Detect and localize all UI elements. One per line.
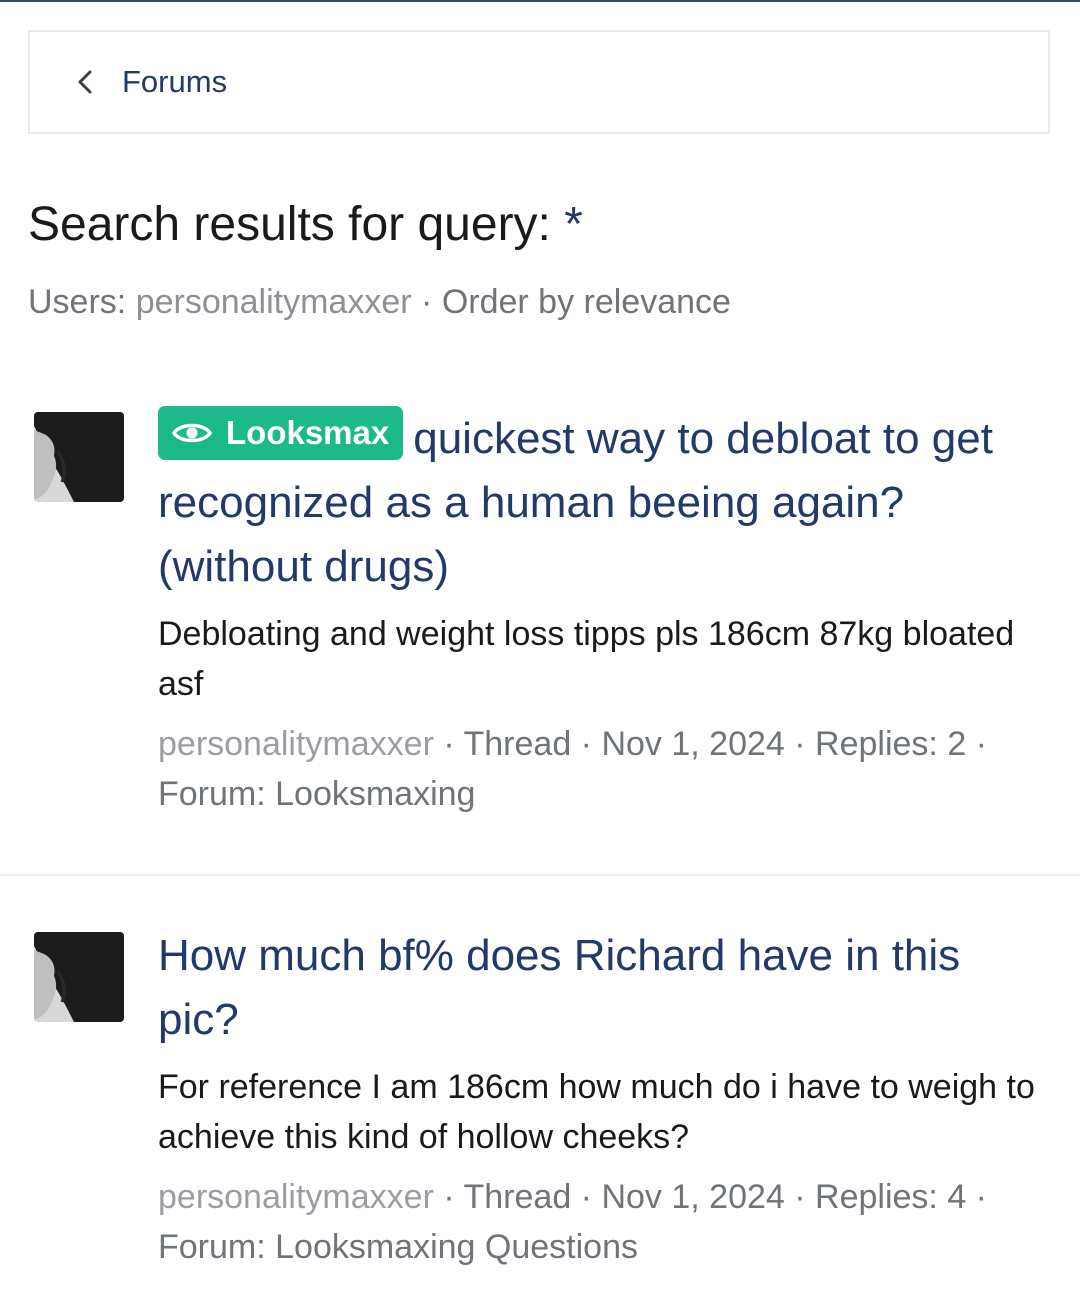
result-type: Thread	[463, 725, 572, 763]
result-date: Nov 1, 2024	[601, 725, 785, 763]
avatar-image	[34, 932, 124, 1022]
search-filters: Users: personalitymaxxer · Order by rele…	[28, 282, 731, 322]
result-forum-link[interactable]: Forum: Looksmaxing Questions	[158, 1228, 638, 1266]
result-date: Nov 1, 2024	[601, 1178, 785, 1216]
result-forum-link[interactable]: Forum: Looksmaxing	[158, 775, 475, 813]
badge-label: Looksmax	[226, 414, 390, 451]
avatar[interactable]	[34, 932, 124, 1022]
result-body: Looksmax quickest way to debloat to get r…	[158, 406, 1038, 819]
page-title-prefix: Search results for query:	[28, 198, 551, 251]
result-snippet: Debloating and weight loss tipps pls 186…	[158, 615, 1015, 703]
result-title[interactable]: How much bf% does Richard have in this p…	[158, 924, 1038, 1052]
separator: ·	[421, 283, 433, 321]
result-replies: Replies: 4	[815, 1178, 967, 1216]
filters-prefix: Users:	[28, 283, 127, 321]
avatar-image	[34, 412, 124, 502]
result-divider	[0, 874, 1080, 876]
result-author-link[interactable]: personalitymaxxer	[158, 725, 434, 763]
avatar[interactable]	[34, 412, 124, 502]
result-type: Thread	[463, 1178, 572, 1216]
filter-user-link[interactable]: personalitymaxxer	[136, 283, 412, 321]
breadcrumb-forums-link[interactable]: Forums	[122, 64, 227, 100]
order-label: Order by relevance	[441, 283, 731, 321]
result-snippet: For reference I am 186cm how much do i h…	[158, 1068, 1035, 1156]
result-meta: personalitymaxxer · Thread · Nov 1, 2024…	[158, 1178, 988, 1266]
prefix-badge[interactable]: Looksmax	[158, 406, 404, 460]
breadcrumb[interactable]: Forums	[28, 30, 1050, 134]
search-query[interactable]: *	[564, 198, 583, 251]
top-rule	[0, 0, 1080, 2]
result-meta: personalitymaxxer · Thread · Nov 1, 2024…	[158, 725, 988, 813]
chevron-left-icon	[78, 70, 92, 94]
result-body: How much bf% does Richard have in this p…	[158, 924, 1038, 1272]
eye-icon	[172, 423, 212, 443]
result-title[interactable]: Looksmax quickest way to debloat to get r…	[158, 406, 1038, 599]
result-replies: Replies: 2	[815, 725, 967, 763]
page-title: Search results for query: *	[28, 196, 583, 254]
result-author-link[interactable]: personalitymaxxer	[158, 1178, 434, 1216]
